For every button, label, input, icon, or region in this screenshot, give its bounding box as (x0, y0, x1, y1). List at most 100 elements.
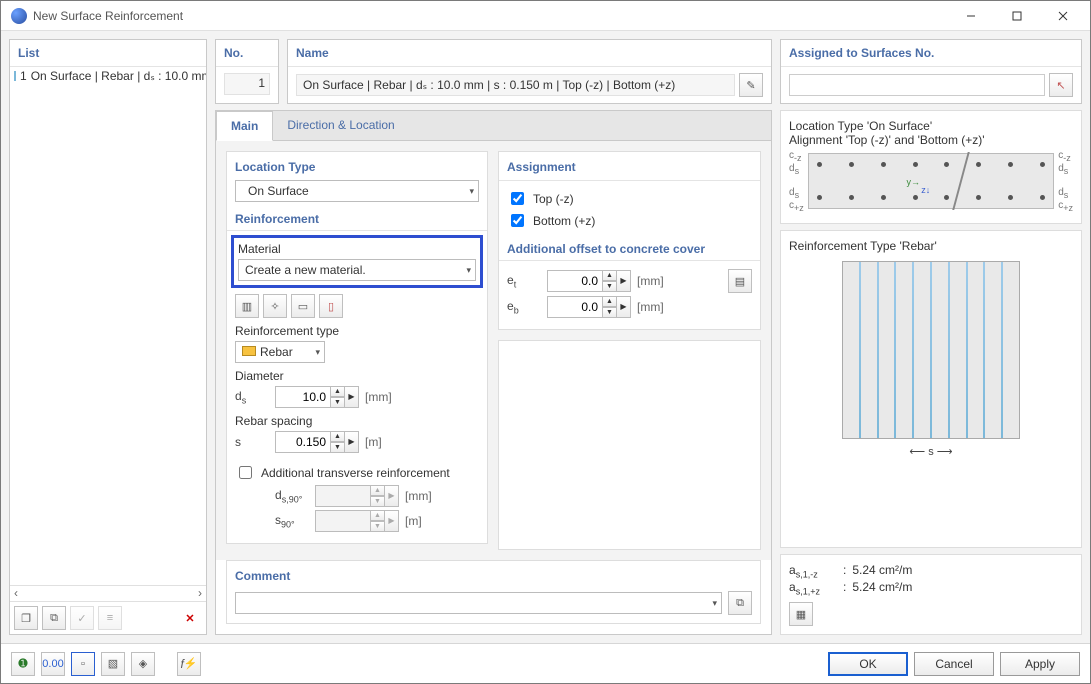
results-tool-button[interactable]: ▦ (789, 602, 813, 626)
material-delete-button[interactable]: ▯ (319, 294, 343, 318)
eb-input[interactable] (547, 296, 603, 318)
reinforcement-label: Reinforcement (235, 212, 479, 226)
diameter-input[interactable] (275, 386, 331, 408)
spacing-input[interactable] (275, 431, 331, 453)
delete-item-button[interactable]: ✕ (178, 606, 202, 630)
et-unit: [mm] (637, 274, 664, 288)
edit-name-button[interactable]: ✎ (739, 73, 763, 97)
bottom-checkbox[interactable] (511, 214, 524, 227)
comment-box: Comment ▾ ⧉ (226, 560, 761, 624)
spin-down-icon[interactable]: ▼ (602, 307, 617, 318)
list-item-no: 1 (20, 69, 27, 83)
ds90-symbol: ds,90° (275, 488, 309, 504)
spin-up-icon[interactable]: ▲ (602, 296, 617, 307)
spin-up-icon[interactable]: ▲ (330, 431, 345, 442)
tool-button-2[interactable]: ≡ (98, 606, 122, 630)
diameter-unit: [mm] (365, 390, 392, 404)
view-3-button[interactable]: ◈ (131, 652, 155, 676)
maximize-button[interactable] (994, 1, 1040, 31)
list-item[interactable]: 1 On Surface | Rebar | dₛ : 10.0 mm (10, 67, 206, 85)
name-panel: Name On Surface | Rebar | dₛ : 10.0 mm |… (287, 39, 772, 104)
diameter-spin[interactable]: ▲▼ ▶ (275, 386, 359, 408)
list-content[interactable]: 1 On Surface | Rebar | dₛ : 10.0 mm (10, 67, 206, 585)
tab-main[interactable]: Main (216, 111, 273, 141)
spacing-spin[interactable]: ▲▼ ▶ (275, 431, 359, 453)
bottom-bar: ➊ 0.00 ▫ ▧ ◈ f⚡ OK Cancel Apply (1, 643, 1090, 683)
spin-up-icon[interactable]: ▲ (602, 270, 617, 281)
units-button[interactable]: 0.00 (41, 652, 65, 676)
material-value: Create a new material. (245, 263, 366, 277)
cancel-button[interactable]: Cancel (914, 652, 994, 676)
close-button[interactable] (1040, 1, 1086, 31)
diameter-label: Diameter (235, 369, 479, 383)
top-checkbox[interactable] (511, 192, 524, 205)
reinf-type-info-box: Reinforcement Type 'Rebar' ⟵ s ⟶ (780, 230, 1082, 548)
spin-step-icon[interactable]: ▶ (617, 270, 631, 292)
chevron-down-icon: ▾ (712, 598, 717, 609)
new-item-button[interactable]: ❐ (14, 606, 38, 630)
name-header: Name (288, 40, 771, 67)
eb-spin[interactable]: ▲▼ ▶ (547, 296, 631, 318)
ok-button[interactable]: OK (828, 652, 908, 676)
name-value: On Surface | Rebar | dₛ : 10.0 mm | s : … (303, 78, 675, 92)
list-scrollbar[interactable]: ‹› (10, 585, 206, 601)
s90-input (315, 510, 371, 532)
no-field[interactable]: 1 (224, 73, 270, 95)
assignment-box: Assignment Top (-z) Bottom (+z) Addition… (498, 151, 761, 330)
et-symbol: et (507, 273, 541, 289)
offset-extra-button[interactable]: ▤ (728, 269, 752, 293)
location-type-value: On Surface (248, 184, 309, 198)
apply-button[interactable]: Apply (1000, 652, 1080, 676)
spin-step-icon[interactable]: ▶ (345, 386, 359, 408)
spin-down-icon[interactable]: ▼ (602, 281, 617, 292)
reinf-type-value: Rebar (260, 345, 293, 359)
copy-item-button[interactable]: ⧉ (42, 606, 66, 630)
offset-label: Additional offset to concrete cover (507, 242, 752, 256)
spin-down-icon[interactable]: ▼ (330, 397, 345, 408)
function-button[interactable]: f⚡ (177, 652, 201, 676)
s90-unit: [m] (405, 514, 422, 528)
reinf-type-label: Reinforcement type (235, 324, 479, 338)
assigned-panel: Assigned to Surfaces No. ↖ (780, 39, 1082, 104)
spacing-symbol: s (235, 435, 269, 449)
result-val-2: 5.24 cm²/m (852, 580, 912, 596)
material-library-button[interactable]: ▥ (235, 294, 259, 318)
location-type-select[interactable]: On Surface ▾ (235, 180, 479, 202)
name-field: On Surface | Rebar | dₛ : 10.0 mm | s : … (296, 74, 735, 96)
view-2-button[interactable]: ▧ (101, 652, 125, 676)
et-spin[interactable]: ▲▼ ▶ (547, 270, 631, 292)
tool-button-1[interactable]: ✓ (70, 606, 94, 630)
transverse-checkbox[interactable] (239, 466, 252, 479)
rebar-icon (242, 346, 256, 356)
et-input[interactable] (547, 270, 603, 292)
rebar-diagram (842, 261, 1020, 439)
spin-down-icon[interactable]: ▼ (330, 442, 345, 453)
comment-manage-button[interactable]: ⧉ (728, 591, 752, 615)
assigned-header: Assigned to Surfaces No. (781, 40, 1081, 67)
comment-select[interactable]: ▾ (235, 592, 722, 614)
ds90-spin: ▲▼ ▶ (315, 485, 399, 507)
spin-step-icon[interactable]: ▶ (345, 431, 359, 453)
assigned-field[interactable] (789, 74, 1045, 96)
spin-step-icon[interactable]: ▶ (617, 296, 631, 318)
results-box: as,1,-z:5.24 cm²/m as,1,+z:5.24 cm²/m ▦ (780, 554, 1082, 635)
reinf-type-info-label: Reinforcement Type 'Rebar' (789, 239, 1073, 253)
tab-direction-location[interactable]: Direction & Location (273, 111, 408, 140)
no-header: No. (216, 40, 278, 67)
ds90-input (315, 485, 371, 507)
axis-y-icon: y→ (907, 177, 921, 187)
material-edit-button[interactable]: ▭ (291, 294, 315, 318)
result-key-2: as,1,+z (789, 580, 837, 596)
help-button[interactable]: ➊ (11, 652, 35, 676)
pick-surface-button[interactable]: ↖ (1049, 73, 1073, 97)
chevron-down-icon: ▾ (469, 186, 474, 197)
view-1-button[interactable]: ▫ (71, 652, 95, 676)
material-select[interactable]: Create a new material. ▾ (238, 259, 476, 281)
reinf-type-select[interactable]: Rebar ▾ (235, 341, 325, 363)
spin-up-icon[interactable]: ▲ (330, 386, 345, 397)
s90-spin: ▲▼ ▶ (315, 510, 399, 532)
info-line2: Alignment 'Top (-z)' and 'Bottom (+z)' (789, 133, 1073, 147)
minimize-button[interactable] (948, 1, 994, 31)
location-info-box: Location Type 'On Surface' Alignment 'To… (780, 110, 1082, 224)
material-new-button[interactable]: ✧ (263, 294, 287, 318)
